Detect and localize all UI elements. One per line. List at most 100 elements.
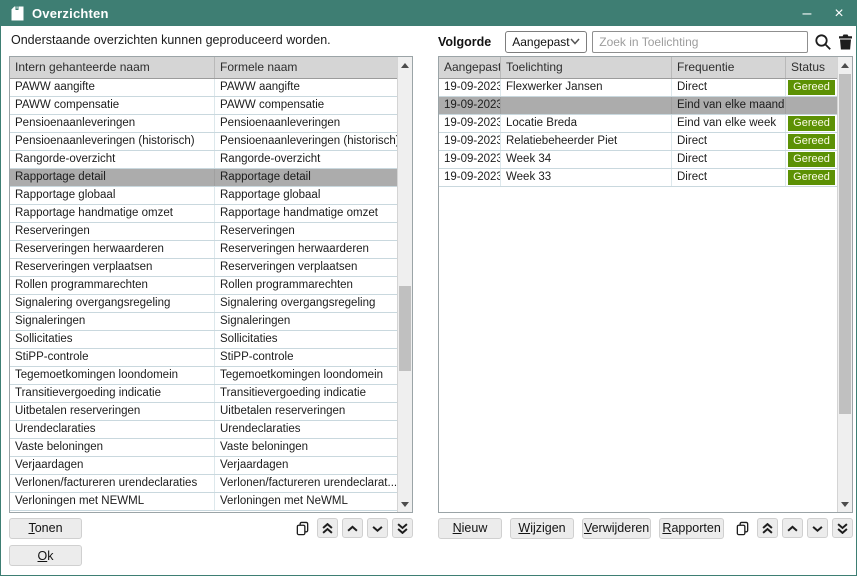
cell-formele-naam: Reserveringen verplaatsen <box>215 259 397 276</box>
overzichten-table-header: Intern gehanteerde naam Formele naam <box>10 57 397 79</box>
table-row[interactable]: Vaste beloningen Vaste beloningen <box>10 439 397 457</box>
geproduceerde-overzichten-table: Aangepast Toelichting Frequentie Status … <box>438 56 853 513</box>
table-row[interactable]: PAWW aangifte PAWW aangifte <box>10 79 397 97</box>
table-row[interactable]: Reserveringen verplaatsen Reserveringen … <box>10 259 397 277</box>
table-row[interactable]: 19-09-2023 Week 33 Direct Gereed <box>439 169 837 187</box>
cell-intern-naam: Signaleringen <box>10 313 215 330</box>
table-row[interactable]: 19-09-2023 Week 34 Direct Gereed <box>439 151 837 169</box>
cell-aangepast: 19-09-2023 <box>439 133 501 150</box>
scroll-up-icon[interactable] <box>838 57 852 73</box>
table-row[interactable]: Transitievergoeding indicatie Transitiev… <box>10 385 397 403</box>
cell-status: Gereed <box>786 79 837 96</box>
table-row[interactable]: Verloningen met NEWML Verloningen met Ne… <box>10 493 397 511</box>
copy-icon[interactable] <box>292 518 313 538</box>
column-header-frequentie[interactable]: Frequentie <box>672 57 786 78</box>
double-chevron-down-icon[interactable] <box>392 518 413 538</box>
cell-intern-naam: Sollicitaties <box>10 331 215 348</box>
cell-intern-naam: Pensioenaanleveringen (historisch) <box>10 133 215 150</box>
right-table-body: 19-09-2023 Flexwerker Jansen Direct Gere… <box>439 79 837 187</box>
cell-formele-naam: Rollen programmarechten <box>215 277 397 294</box>
table-row[interactable]: Rapportage handmatige omzet Rapportage h… <box>10 205 397 223</box>
table-row[interactable]: 19-09-2023 Flexwerker Jansen Direct Gere… <box>439 79 837 97</box>
column-header-formeel[interactable]: Formele naam <box>215 57 397 78</box>
table-row[interactable]: Rollen programmarechten Rollen programma… <box>10 277 397 295</box>
cell-intern-naam: Pensioenaanleveringen <box>10 115 215 132</box>
status-badge: Gereed <box>788 80 835 95</box>
cell-aangepast: 19-09-2023 <box>439 169 501 186</box>
table-row[interactable]: Pensioenaanleveringen Pensioenaanleverin… <box>10 115 397 133</box>
column-header-intern[interactable]: Intern gehanteerde naam <box>10 57 215 78</box>
table-row[interactable]: Rangorde-overzicht Rangorde-overzicht <box>10 151 397 169</box>
table-row[interactable]: Uitbetalen reserveringen Uitbetalen rese… <box>10 403 397 421</box>
cell-formele-naam: Vaste beloningen <box>215 439 397 456</box>
double-chevron-up-icon[interactable] <box>757 518 778 538</box>
table-row[interactable]: Verjaardagen Verjaardagen <box>10 457 397 475</box>
table-row[interactable]: Verlonen/factureren urendeclaraties Verl… <box>10 475 397 493</box>
search-input[interactable] <box>592 31 808 53</box>
left-table-scrollbar[interactable] <box>397 57 412 512</box>
table-row[interactable]: Rapportage globaal Rapportage globaal <box>10 187 397 205</box>
cell-status: Gereed <box>786 133 837 150</box>
volgorde-select[interactable]: Aangepast <box>505 31 587 53</box>
cell-intern-naam: Reserveringen verplaatsen <box>10 259 215 276</box>
close-button[interactable]: × <box>832 6 846 22</box>
cell-formele-naam: Urendeclaraties <box>215 421 397 438</box>
cell-aangepast: 19-09-2023 <box>439 97 501 114</box>
double-chevron-up-icon[interactable] <box>317 518 338 538</box>
right-button-row: Nieuw Wijzigen Verwijderen Rapporten <box>438 517 853 539</box>
table-row[interactable]: Pensioenaanleveringen (historisch) Pensi… <box>10 133 397 151</box>
verwijderen-button[interactable]: Verwijderen <box>582 518 651 539</box>
table-row[interactable]: Signaleringen Signaleringen <box>10 313 397 331</box>
chevron-up-icon[interactable] <box>342 518 363 538</box>
cell-formele-naam: Signaleringen <box>215 313 397 330</box>
copy-icon[interactable] <box>732 518 753 538</box>
chevron-up-icon[interactable] <box>782 518 803 538</box>
table-row[interactable]: Sollicitaties Sollicitaties <box>10 331 397 349</box>
table-row[interactable]: Reserveringen herwaarderen Reserveringen… <box>10 241 397 259</box>
cell-formele-naam: Sollicitaties <box>215 331 397 348</box>
nieuw-button[interactable]: Nieuw <box>438 518 502 539</box>
table-row[interactable]: StiPP-controle StiPP-controle <box>10 349 397 367</box>
cell-formele-naam: Transitievergoeding indicatie <box>215 385 397 402</box>
ok-button[interactable]: Ok <box>9 545 82 566</box>
column-header-status[interactable]: Status <box>786 57 837 78</box>
scroll-down-icon[interactable] <box>838 496 852 512</box>
table-row[interactable]: Tegemoetkomingen loondomein Tegemoetkomi… <box>10 367 397 385</box>
search-icon[interactable] <box>814 33 832 51</box>
table-row[interactable]: 19-09-2023 Eind van elke maand <box>439 97 837 115</box>
cell-intern-naam: Uitbetalen reserveringen <box>10 403 215 420</box>
scroll-up-icon[interactable] <box>398 57 412 73</box>
left-scrollbar-thumb[interactable] <box>399 286 411 371</box>
table-row[interactable]: Reserveringen Reserveringen <box>10 223 397 241</box>
table-row[interactable]: Urendeclaraties Urendeclaraties <box>10 421 397 439</box>
cell-intern-naam: PAWW aangifte <box>10 79 215 96</box>
column-header-aangepast[interactable]: Aangepast <box>439 57 501 78</box>
right-table-scrollbar[interactable] <box>837 57 852 512</box>
table-row[interactable]: PAWW compensatie PAWW compensatie <box>10 97 397 115</box>
column-header-toelichting[interactable]: Toelichting <box>501 57 672 78</box>
cell-intern-naam: Reserveringen <box>10 223 215 240</box>
table-row[interactable]: Rapportage detail Rapportage detail <box>10 169 397 187</box>
rapporten-button[interactable]: Rapporten <box>659 518 724 539</box>
table-row[interactable]: 19-09-2023 Locatie Breda Eind van elke w… <box>439 115 837 133</box>
cell-frequentie: Eind van elke maand <box>672 97 786 114</box>
titlebar: Overzichten – × <box>1 1 856 26</box>
cell-toelichting: Week 33 <box>501 169 672 186</box>
cell-aangepast: 19-09-2023 <box>439 115 501 132</box>
table-row[interactable]: 19-09-2023 Relatiebeheerder Piet Direct … <box>439 133 837 151</box>
tonen-button[interactable]: Tonen <box>9 518 82 539</box>
cell-intern-naam: Verjaardagen <box>10 457 215 474</box>
right-scrollbar-thumb[interactable] <box>839 74 851 414</box>
trash-icon[interactable] <box>838 34 853 50</box>
scroll-down-icon[interactable] <box>398 496 412 512</box>
cell-aangepast: 19-09-2023 <box>439 79 501 96</box>
cell-formele-naam: Signalering overgangsregeling <box>215 295 397 312</box>
chevron-down-icon[interactable] <box>367 518 388 538</box>
minimize-button[interactable]: – <box>800 6 814 22</box>
table-row[interactable]: Signalering overgangsregeling Signalerin… <box>10 295 397 313</box>
cell-formele-naam: PAWW compensatie <box>215 97 397 114</box>
document-icon <box>11 6 24 21</box>
chevron-down-icon[interactable] <box>807 518 828 538</box>
wijzigen-button[interactable]: Wijzigen <box>510 518 574 539</box>
double-chevron-down-icon[interactable] <box>832 518 853 538</box>
